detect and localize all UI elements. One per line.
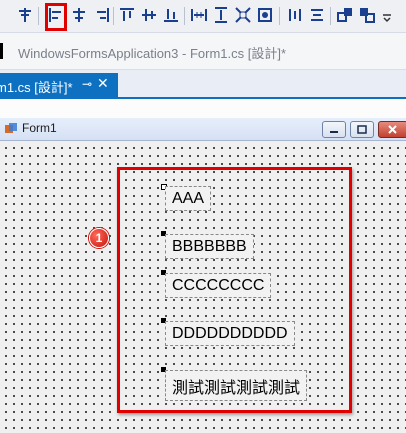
form-title-bar: Form1 bbox=[0, 118, 406, 141]
size-to-grid-icon[interactable] bbox=[256, 6, 274, 24]
close-icon[interactable]: ✕ bbox=[97, 75, 109, 92]
document-title: WindowsFormsApplication3 - Form1.cs [設計]… bbox=[18, 46, 287, 61]
maximize-icon[interactable] bbox=[350, 121, 374, 138]
make-same-height-icon[interactable] bbox=[212, 6, 230, 24]
horizontal-spacing-icon[interactable] bbox=[286, 6, 304, 24]
align-centers-icon[interactable] bbox=[70, 6, 88, 24]
align-to-grid-icon[interactable] bbox=[16, 6, 34, 24]
bring-to-front-icon[interactable] bbox=[336, 6, 354, 24]
toolbar-separator bbox=[38, 7, 39, 25]
align-rights-icon[interactable] bbox=[93, 6, 111, 24]
make-same-size-icon[interactable] bbox=[234, 6, 252, 24]
pin-icon[interactable]: ⊸ bbox=[82, 77, 92, 91]
tab-form1-design[interactable]: m1.cs [設計]* ⊸ ✕ bbox=[0, 73, 118, 97]
caret-marker bbox=[0, 43, 3, 59]
annotation-badge-1: 1 bbox=[89, 228, 109, 248]
vertical-spacing-icon[interactable] bbox=[308, 6, 326, 24]
tab-label: m1.cs [設計]* bbox=[0, 80, 73, 95]
make-same-width-icon[interactable] bbox=[190, 6, 208, 24]
toolbar-separator bbox=[184, 7, 185, 25]
form-icon bbox=[4, 122, 18, 136]
tab-strip: m1.cs [設計]* ⊸ ✕ bbox=[0, 70, 406, 99]
align-middles-icon[interactable] bbox=[140, 6, 158, 24]
toolbar-overflow-icon[interactable] bbox=[381, 6, 393, 24]
form-title: Form1 bbox=[22, 121, 57, 135]
close-window-icon[interactable] bbox=[378, 121, 406, 138]
toolbar-separator bbox=[113, 7, 114, 25]
minimize-icon[interactable] bbox=[322, 121, 346, 138]
highlight-align-lefts bbox=[45, 3, 67, 31]
document-title-bar: WindowsFormsApplication3 - Form1.cs [設計]… bbox=[0, 33, 406, 70]
toolbar-separator bbox=[330, 7, 331, 25]
highlight-selected-labels bbox=[117, 167, 352, 413]
toolbar-separator bbox=[279, 7, 280, 25]
send-to-back-icon[interactable] bbox=[358, 6, 376, 24]
align-tops-icon[interactable] bbox=[118, 6, 136, 24]
align-bottoms-icon[interactable] bbox=[162, 6, 180, 24]
